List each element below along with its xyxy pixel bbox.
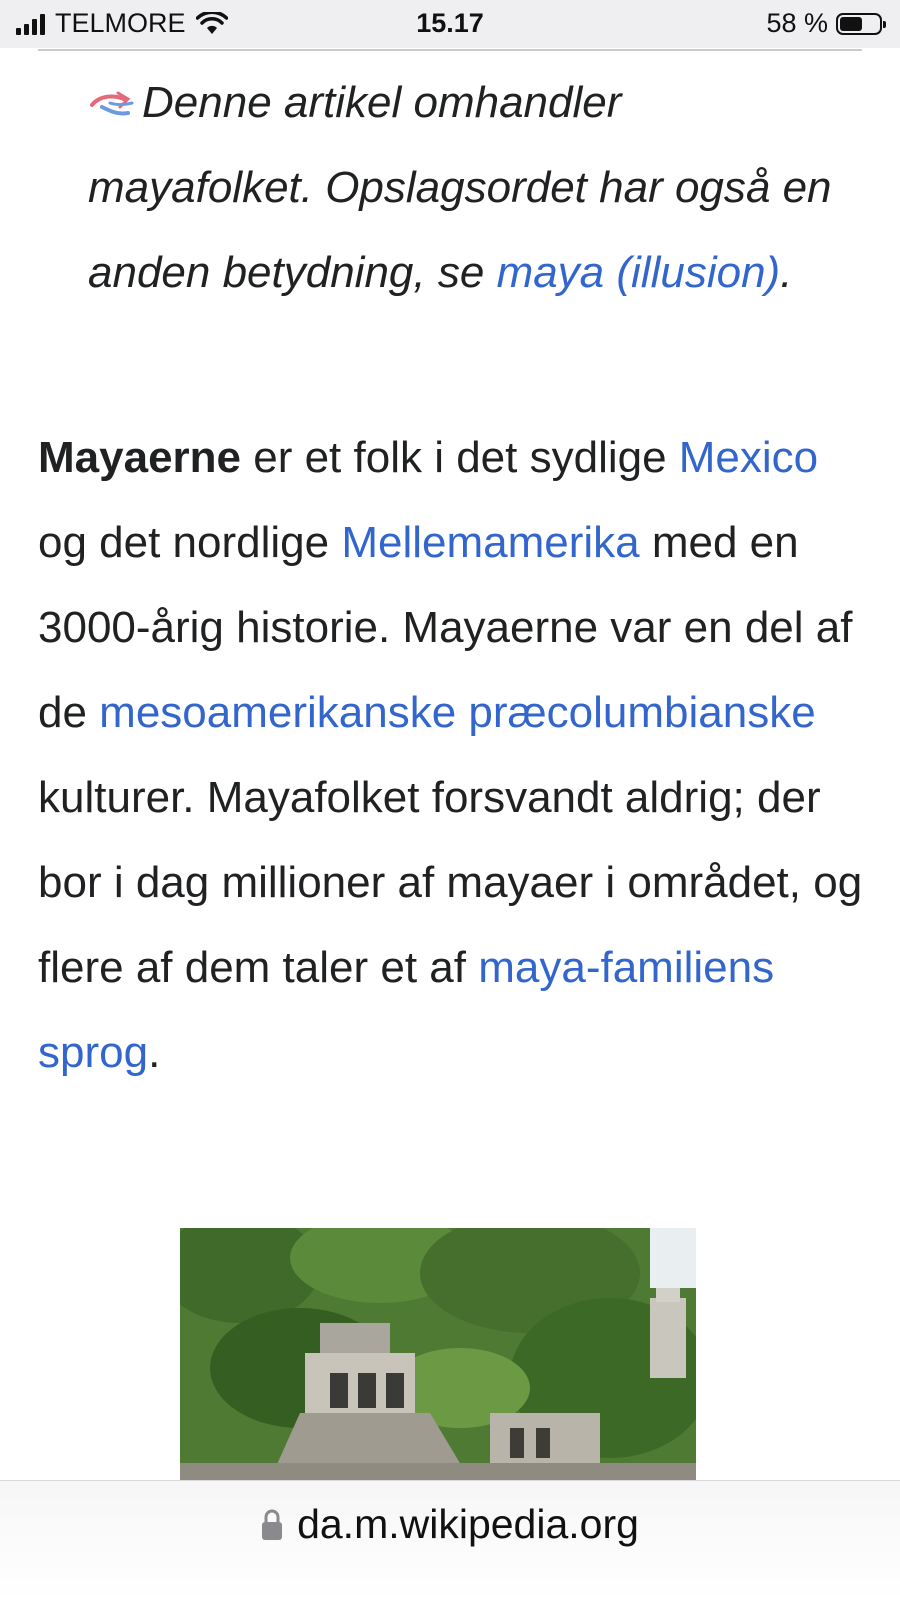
hatnote: Denne artikel omhandler mayafolket. Opsl… — [88, 60, 848, 315]
url-text[interactable]: da.m.wikipedia.org — [297, 1501, 639, 1548]
text-run: og det nordlige — [38, 518, 342, 567]
link-maya-illusion[interactable]: maya (illusion) — [497, 248, 781, 297]
article-paragraph: Mayaerne er et folk i det sydlige Mexico… — [38, 415, 868, 1095]
battery-percent: 58 % — [766, 8, 828, 38]
link-mellemamerika[interactable]: Mellemamerika — [341, 518, 639, 567]
text-run: er et folk i det sydlige — [241, 433, 679, 482]
status-right: 58 % — [766, 8, 886, 39]
clock: 15.17 — [416, 8, 484, 38]
article-term: Mayaerne — [38, 433, 242, 482]
text-run: . — [148, 1028, 161, 1077]
link-mesoamerikanske[interactable]: mesoamerikanske præcolumbianske — [99, 688, 816, 737]
hatnote-end: . — [780, 248, 793, 297]
divider — [38, 49, 862, 51]
link-mexico[interactable]: Mexico — [679, 433, 818, 482]
browser-url-bar[interactable]: da.m.wikipedia.org — [0, 1480, 900, 1601]
temple-photo — [180, 1228, 696, 1480]
url-container[interactable]: da.m.wikipedia.org — [0, 1501, 900, 1548]
lock-icon — [262, 1509, 283, 1540]
battery-icon — [836, 12, 886, 35]
article-image[interactable] — [180, 1228, 696, 1480]
status-bar: TELMORE 15.17 58 % — [0, 0, 900, 48]
disambiguation-icon — [90, 91, 134, 116]
